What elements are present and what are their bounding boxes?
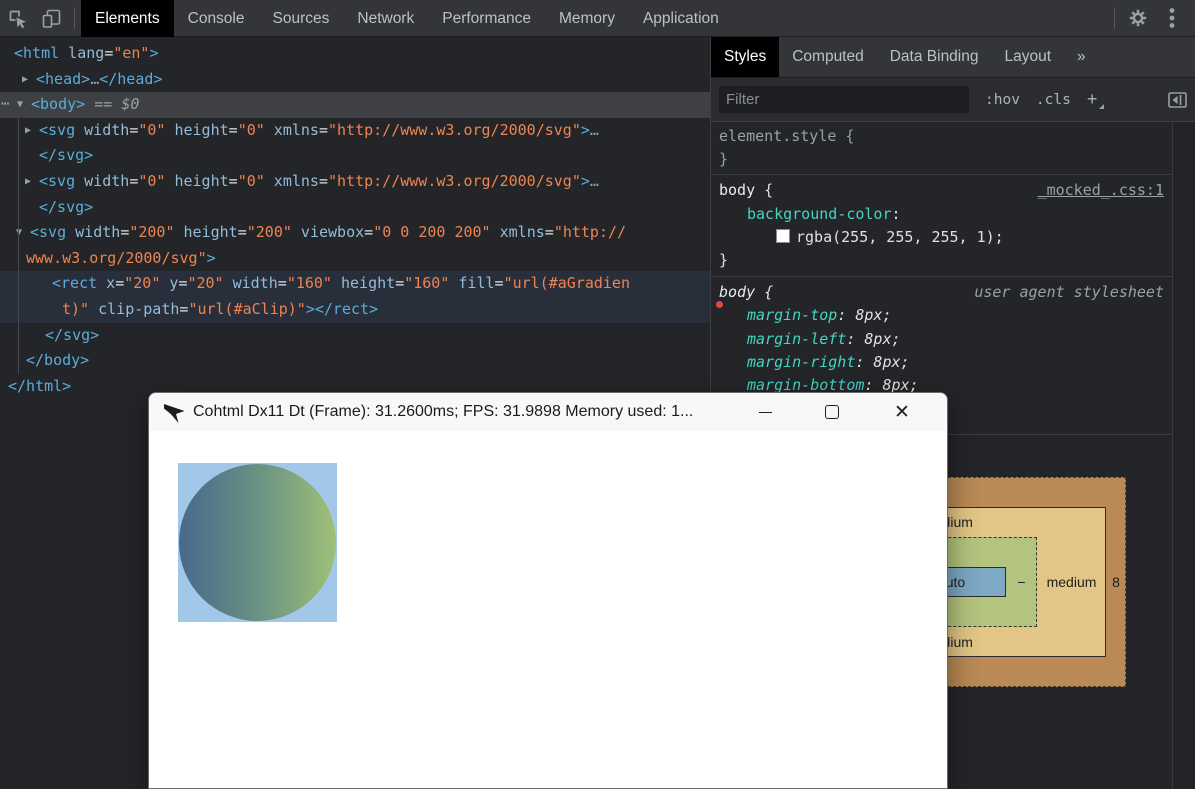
dom-line-text: </svg> <box>0 143 93 169</box>
styles-scrollbar-gutter[interactable] <box>1172 122 1195 789</box>
styles-filter-input[interactable] <box>719 86 969 113</box>
window-content <box>149 431 947 789</box>
dom-line-text: </body> <box>0 348 89 374</box>
style-rules: element.style {}_mocked_.css:1body {back… <box>711 122 1172 435</box>
dom-tree-line[interactable]: </body> <box>0 348 710 374</box>
indent-guide <box>18 118 19 374</box>
style-rule: _mocked_.css:1body {background-color:rgb… <box>711 175 1172 277</box>
tab-memory[interactable]: Memory <box>545 0 629 37</box>
expand-arrow-icon[interactable]: ▼ <box>16 220 22 246</box>
dom-tree-line[interactable]: <html lang="en"> <box>0 41 710 67</box>
main-tabs: ElementsConsoleSourcesNetworkPerformance… <box>81 0 733 37</box>
dom-tree-line[interactable]: </svg> <box>0 323 710 349</box>
inspect-icon[interactable] <box>0 0 34 37</box>
dom-line-text: <svg width="0" height="0" xmlns="http://… <box>0 118 599 144</box>
dom-tree-line[interactable]: ⋯▼<body> == $0 <box>0 92 710 118</box>
dom-tree-line[interactable]: www.w3.org/2000/svg"> <box>0 246 710 272</box>
styles-filter-row: :hov .cls + <box>711 78 1195 122</box>
sidebar-tab-computed[interactable]: Computed <box>779 37 877 77</box>
dom-tree-line[interactable]: ▶<svg width="0" height="0" xmlns="http:/… <box>0 118 710 144</box>
toggle--cls[interactable]: .cls <box>1036 92 1071 108</box>
tab-performance[interactable]: Performance <box>428 0 545 37</box>
toggle--[interactable]: + <box>1087 89 1098 110</box>
floating-window: Cohtml Dx11 Dt (Frame): 31.2600ms; FPS: … <box>148 392 948 789</box>
svg-canvas <box>178 463 337 622</box>
close-button[interactable]: ✕ <box>881 393 923 431</box>
devtools-root: ElementsConsoleSourcesNetworkPerformance… <box>0 0 1195 789</box>
sidebar-tabs: StylesComputedData BindingLayout» <box>711 37 1195 78</box>
window-titlebar[interactable]: Cohtml Dx11 Dt (Frame): 31.2600ms; FPS: … <box>149 393 947 431</box>
expand-arrow-icon[interactable]: ▶ <box>25 118 31 144</box>
style-rule: element.style {} <box>711 122 1172 175</box>
border-right-value: medium <box>1037 567 1106 597</box>
tab-application[interactable]: Application <box>629 0 733 37</box>
sidebar-tab-data-binding[interactable]: Data Binding <box>877 37 992 77</box>
devtools-toolbar: ElementsConsoleSourcesNetworkPerformance… <box>0 0 1195 37</box>
sidebar-tab--[interactable]: » <box>1064 37 1099 77</box>
styles-toggles: :hov .cls + <box>969 89 1097 110</box>
stylesheet-link[interactable]: _mocked_.css:1 <box>1038 179 1164 202</box>
tab-elements[interactable]: Elements <box>81 0 174 37</box>
cohtml-logo-icon <box>163 401 186 429</box>
maximize-button[interactable] <box>811 393 853 431</box>
more-menu-icon[interactable] <box>1155 0 1189 37</box>
settings-gear-icon[interactable] <box>1121 0 1155 37</box>
expand-arrow-icon[interactable]: ▼ <box>17 92 23 118</box>
padding-right-value: − <box>1006 567 1037 597</box>
margin-right-value: 8 <box>1106 567 1126 597</box>
sidebar-tab-styles[interactable]: Styles <box>711 37 779 77</box>
overflow-dots-icon[interactable]: ⋯ <box>1 92 8 118</box>
tab-sources[interactable]: Sources <box>259 0 344 37</box>
tab-network[interactable]: Network <box>343 0 428 37</box>
dom-tree-line[interactable]: ▶<head>…</head> <box>0 67 710 93</box>
color-swatch[interactable] <box>776 229 790 243</box>
tab-console[interactable]: Console <box>174 0 259 37</box>
dom-line-text: </svg> <box>0 195 93 221</box>
dom-line-text: t)" clip-path="url(#aClip)"></rect> <box>0 297 378 323</box>
dom-line-text: <svg width="0" height="0" xmlns="http://… <box>0 169 599 195</box>
dom-tree-line[interactable]: <rect x="20" y="20" width="160" height="… <box>0 271 710 297</box>
dom-line-text: </html> <box>0 374 71 400</box>
dom-tree-line[interactable]: ▶<svg width="0" height="0" xmlns="http:/… <box>0 169 710 195</box>
dom-tree-line[interactable]: ▼<svg width="200" height="200" viewbox="… <box>0 220 710 246</box>
toggle--hov[interactable]: :hov <box>985 92 1020 108</box>
expand-arrow-icon[interactable]: ▶ <box>22 67 28 93</box>
dom-tree-line[interactable]: t)" clip-path="url(#aClip)"></rect> <box>0 297 710 323</box>
rendered-circle <box>179 464 336 621</box>
minimize-button[interactable] <box>744 393 786 431</box>
dock-sidebar-icon[interactable] <box>1168 92 1187 108</box>
toolbar-separator <box>1114 7 1115 29</box>
dom-line-text: </svg> <box>0 323 99 349</box>
dom-line-text: <rect x="20" y="20" width="160" height="… <box>0 271 630 297</box>
device-toolbar-icon[interactable] <box>34 0 68 37</box>
stylesheet-origin: user agent stylesheet <box>974 281 1164 304</box>
dom-tree-line[interactable]: </svg> <box>0 195 710 221</box>
dom-tree: <html lang="en">▶<head>…</head>⋯▼<body> … <box>0 37 710 399</box>
dom-line-text: <html lang="en"> <box>0 41 159 67</box>
dom-line-text: <svg width="200" height="200" viewbox="0… <box>0 220 626 246</box>
toolbar-separator <box>74 7 75 29</box>
sidebar-tab-layout[interactable]: Layout <box>992 37 1065 77</box>
dom-tree-line[interactable]: </svg> <box>0 143 710 169</box>
window-title: Cohtml Dx11 Dt (Frame): 31.2600ms; FPS: … <box>193 393 693 431</box>
expand-arrow-icon[interactable]: ▶ <box>25 169 31 195</box>
dom-line-text: www.w3.org/2000/svg"> <box>0 246 216 272</box>
